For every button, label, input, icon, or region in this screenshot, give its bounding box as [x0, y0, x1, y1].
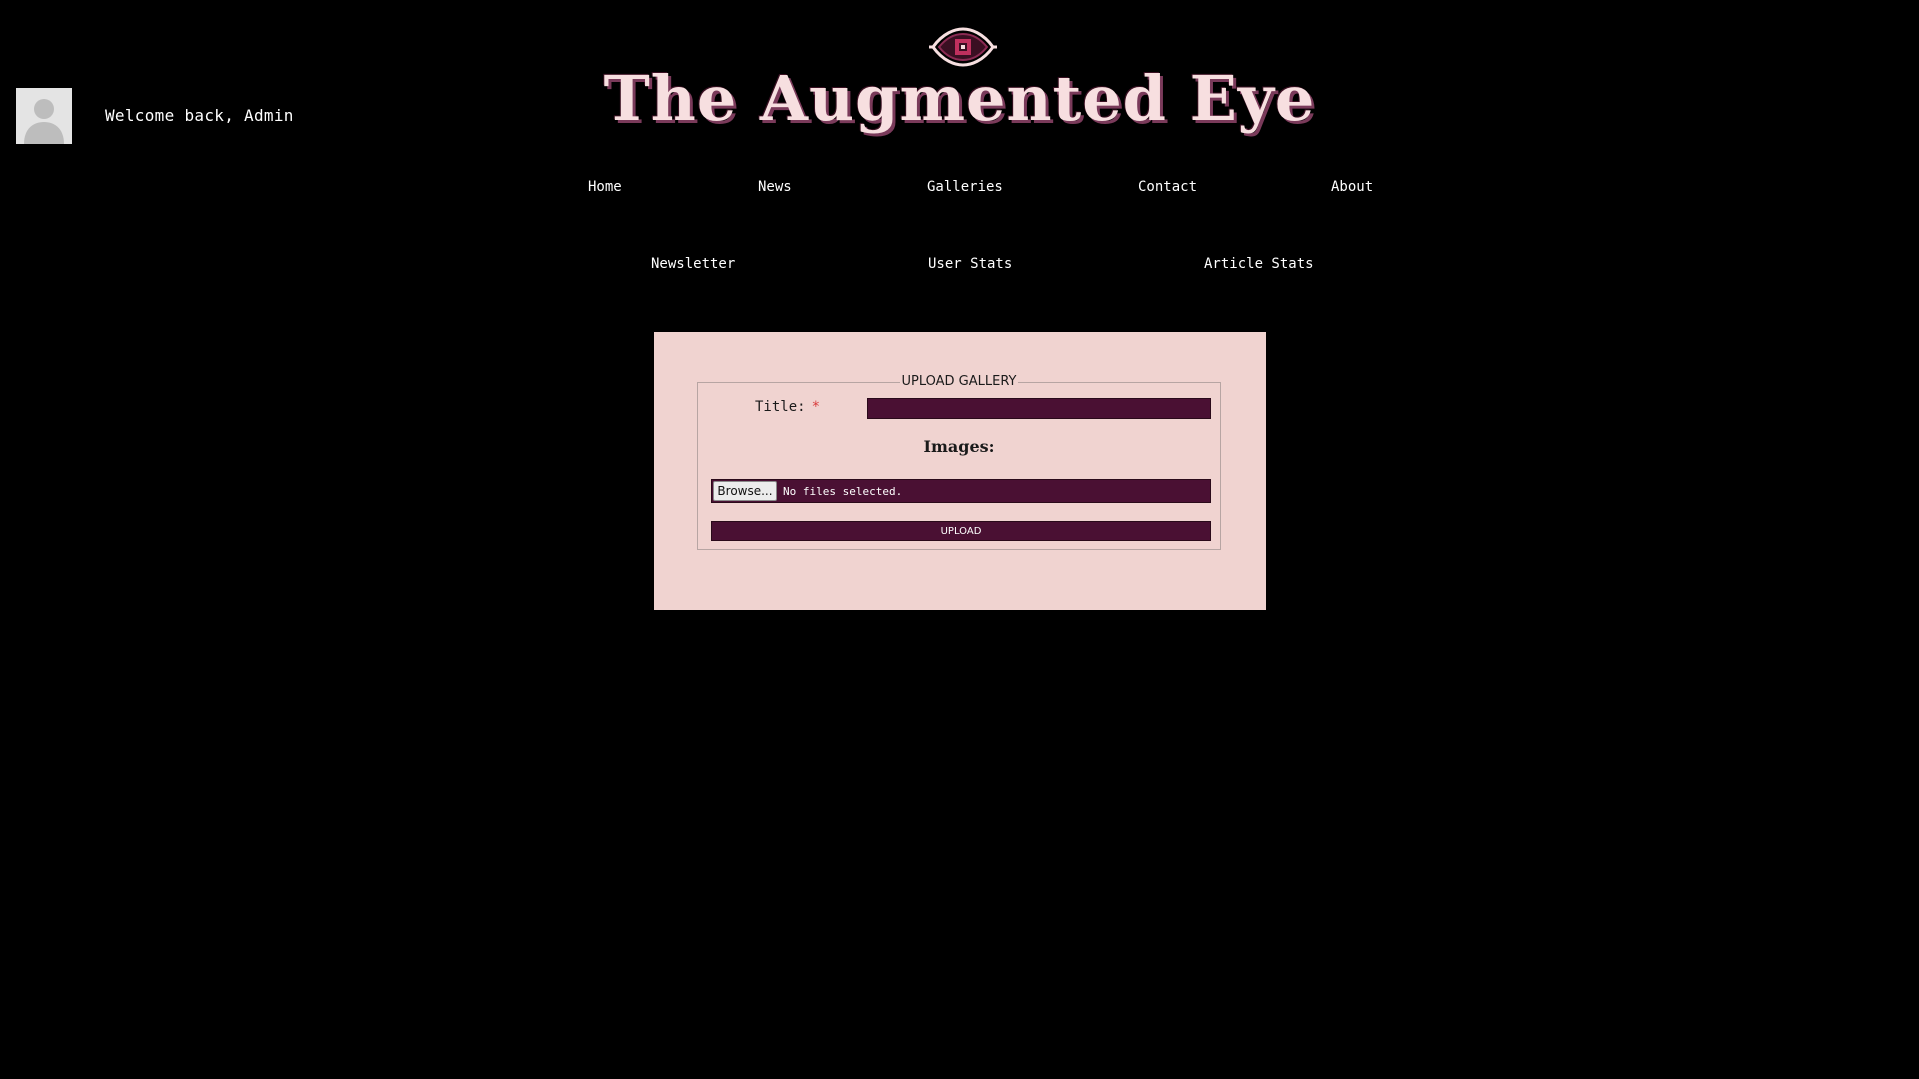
page: Welcome back, Admin The Augmented Eye Ho… — [0, 0, 1919, 1079]
nav-home[interactable]: Home — [588, 179, 622, 195]
nav-about[interactable]: About — [1331, 179, 1373, 195]
required-marker: * — [811, 399, 821, 415]
nav-galleries[interactable]: Galleries — [927, 179, 1003, 195]
nav-news[interactable]: News — [758, 179, 792, 195]
upload-gallery-fieldset: UPLOAD GALLERY Title: * Images: Browse...… — [697, 374, 1221, 550]
title-label-text: Title: — [755, 399, 806, 415]
browse-button[interactable]: Browse... — [713, 481, 777, 501]
file-input[interactable]: Browse... No files selected. — [711, 479, 1211, 503]
site-title: The Augmented Eye — [603, 62, 1316, 135]
file-status: No files selected. — [783, 485, 903, 498]
form-legend: UPLOAD GALLERY — [698, 374, 1220, 389]
upload-panel: UPLOAD GALLERY Title: * Images: Browse...… — [654, 332, 1266, 610]
nav-contact[interactable]: Contact — [1138, 179, 1197, 195]
nav-article-stats[interactable]: Article Stats — [1204, 256, 1314, 272]
images-label: Images: — [923, 437, 995, 456]
nav-newsletter[interactable]: Newsletter — [651, 256, 735, 272]
upload-button[interactable]: UPLOAD — [711, 521, 1211, 541]
title-label: Title: * — [755, 399, 820, 415]
legend-text: UPLOAD GALLERY — [899, 374, 1019, 389]
nav-user-stats[interactable]: User Stats — [928, 256, 1012, 272]
title-input[interactable] — [867, 398, 1211, 419]
